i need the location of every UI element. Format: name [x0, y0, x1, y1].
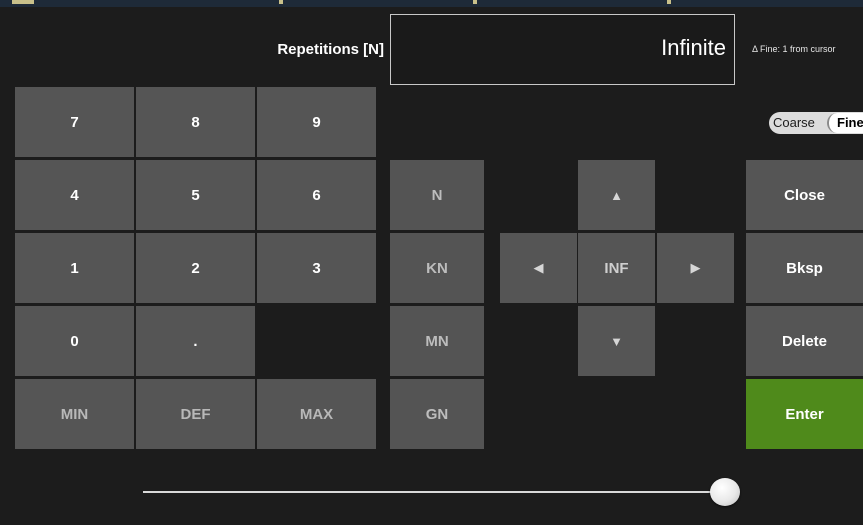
strip-marker	[279, 0, 283, 4]
arrow-up-button[interactable]: ▲	[578, 160, 655, 230]
arrow-down-icon: ▼	[610, 333, 623, 349]
unit-mn-button[interactable]: MN	[390, 306, 484, 376]
window-top-strip	[0, 0, 863, 7]
key-5[interactable]: 5	[136, 160, 255, 230]
key-8[interactable]: 8	[136, 87, 255, 157]
key-7[interactable]: 7	[15, 87, 134, 157]
arrow-right-button[interactable]: ▶	[657, 233, 734, 303]
enter-button[interactable]: Enter	[746, 379, 863, 449]
value-text: Infinite	[661, 35, 726, 60]
parameter-title: Repetitions [N]	[277, 41, 384, 58]
step-toggle[interactable]: Coarse Fine	[769, 112, 863, 134]
arrow-up-icon: ▲	[610, 187, 623, 203]
value-slider-track[interactable]	[143, 491, 725, 493]
value-display[interactable]: Infinite	[390, 14, 735, 85]
min-button[interactable]: MIN	[15, 379, 134, 449]
key-3[interactable]: 3	[257, 233, 376, 303]
toggle-fine[interactable]: Fine	[827, 113, 863, 133]
default-button[interactable]: DEF	[136, 379, 255, 449]
arrow-left-icon: ◀	[533, 260, 544, 275]
value-slider-thumb[interactable]	[710, 478, 740, 506]
key-decimal[interactable]: .	[136, 306, 255, 376]
unit-kn-button[interactable]: KN	[390, 233, 484, 303]
delete-button[interactable]: Delete	[746, 306, 863, 376]
key-9[interactable]: 9	[257, 87, 376, 157]
max-button[interactable]: MAX	[257, 379, 376, 449]
arrow-right-icon: ▶	[690, 260, 701, 275]
step-hint: Δ Fine: 1 from cursor	[752, 44, 836, 54]
key-1[interactable]: 1	[15, 233, 134, 303]
key-6[interactable]: 6	[257, 160, 376, 230]
strip-marker	[667, 0, 671, 4]
backspace-button[interactable]: Bksp	[746, 233, 863, 303]
key-0[interactable]: 0	[15, 306, 134, 376]
key-4[interactable]: 4	[15, 160, 134, 230]
unit-n-button[interactable]: N	[390, 160, 484, 230]
toggle-coarse[interactable]: Coarse	[773, 115, 815, 130]
close-button[interactable]: Close	[746, 160, 863, 230]
strip-marker	[12, 0, 34, 4]
arrow-down-button[interactable]: ▼	[578, 306, 655, 376]
strip-marker	[473, 0, 477, 4]
key-2[interactable]: 2	[136, 233, 255, 303]
unit-gn-button[interactable]: GN	[390, 379, 484, 449]
infinite-button[interactable]: INF	[578, 233, 655, 303]
arrow-left-button[interactable]: ◀	[500, 233, 577, 303]
